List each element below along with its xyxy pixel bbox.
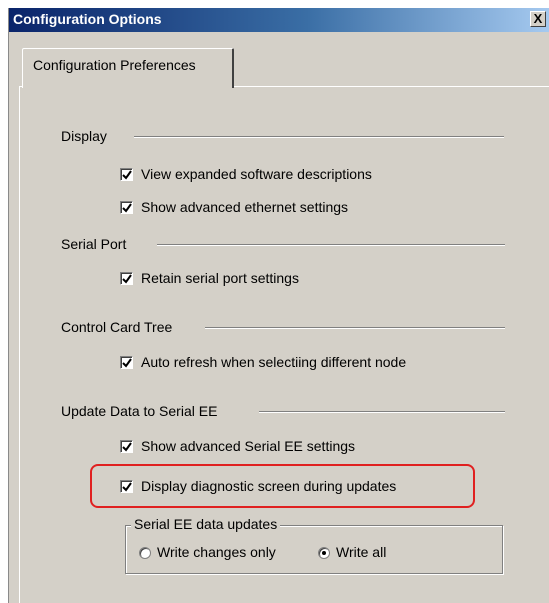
radio-dot-icon	[322, 551, 326, 555]
checkbox-checked-icon[interactable]	[120, 201, 133, 214]
checkbox-label: View expanded software descriptions	[141, 166, 372, 182]
radio-label: Write all	[336, 544, 387, 560]
checkbox-label: Show advanced Serial EE settings	[141, 438, 356, 454]
radio-unselected-icon[interactable]	[139, 547, 151, 559]
highlight-annotation	[90, 464, 475, 508]
checkbox-checked-icon[interactable]	[120, 168, 133, 181]
section-label-display: Display	[61, 128, 107, 144]
serial-ee-updates-title: Serial EE data updates	[131, 516, 281, 532]
checkbox-label: Auto refresh when selectiing different n…	[141, 354, 407, 370]
radio-selected-icon[interactable]	[318, 547, 330, 559]
display-separator	[134, 136, 504, 138]
section-label-update-data: Update Data to Serial EE	[61, 403, 218, 419]
tab-label: Configuration Preferences	[33, 57, 196, 73]
update-data-separator	[259, 411, 505, 413]
checkbox-checked-icon[interactable]	[120, 356, 133, 369]
control-card-tree-separator	[205, 327, 505, 329]
section-label-control-card-tree: Control Card Tree	[61, 319, 173, 335]
checkbox-label: Show advanced ethernet settings	[141, 199, 349, 215]
window-title: Configuration Options	[13, 11, 162, 27]
checkbox-label: Retain serial port settings	[141, 270, 299, 286]
title-bar[interactable]: Configuration Options X	[9, 8, 549, 32]
close-icon: X	[533, 11, 543, 26]
serial-port-separator	[157, 244, 505, 246]
section-label-serial-port: Serial Port	[61, 236, 127, 252]
radio-label: Write changes only	[157, 544, 276, 560]
tab-configuration-preferences[interactable]: Configuration Preferences	[22, 48, 234, 88]
close-button[interactable]: X	[530, 11, 546, 27]
checkbox-checked-icon[interactable]	[120, 272, 133, 285]
checkbox-checked-icon[interactable]	[120, 440, 133, 453]
configuration-options-window: Configuration Options X Configuration Pr…	[8, 8, 549, 603]
